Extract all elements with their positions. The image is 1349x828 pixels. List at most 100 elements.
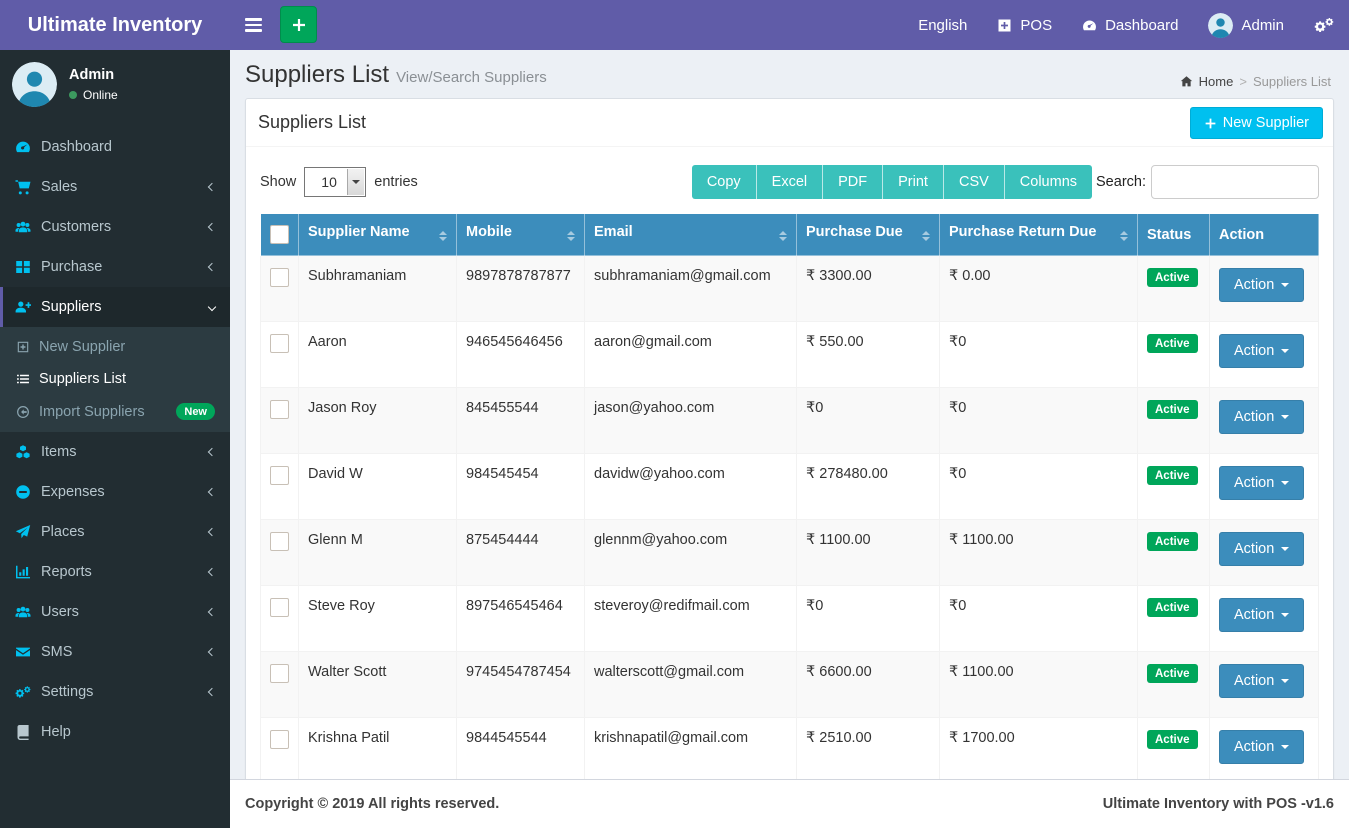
row-select-cell bbox=[260, 519, 299, 586]
hamburger-menu-button[interactable] bbox=[230, 0, 276, 50]
sidebar-item-expenses[interactable]: Expenses bbox=[0, 472, 230, 512]
row-checkbox[interactable] bbox=[270, 400, 289, 419]
nav-dashboard[interactable]: Dashboard bbox=[1067, 0, 1193, 50]
nav-user[interactable]: Admin bbox=[1193, 0, 1299, 50]
action-button[interactable]: Action bbox=[1219, 730, 1305, 764]
row-checkbox[interactable] bbox=[270, 268, 289, 287]
action-button[interactable]: Action bbox=[1219, 664, 1305, 698]
status-cell: Active bbox=[1137, 585, 1210, 652]
row-checkbox[interactable] bbox=[270, 532, 289, 551]
status-cell: Active bbox=[1137, 387, 1210, 454]
sidebar-item-purchase[interactable]: Purchase bbox=[0, 247, 230, 287]
online-status-dot bbox=[69, 91, 77, 99]
row-checkbox[interactable] bbox=[270, 334, 289, 353]
purchase-due-cell: ₹ 2510.00 bbox=[796, 717, 940, 779]
sidebar-menu: Dashboard Sales Customers Purchase Suppliers… bbox=[0, 127, 230, 752]
status-badge: Active bbox=[1147, 598, 1198, 617]
column-header-purchase-due[interactable]: Purchase Due bbox=[796, 213, 940, 256]
sidebar-item-users[interactable]: Users bbox=[0, 592, 230, 632]
export-pdf-button[interactable]: PDF bbox=[823, 165, 884, 199]
chevron-left-icon bbox=[207, 567, 217, 577]
action-button[interactable]: Action bbox=[1219, 334, 1305, 368]
action-button-label: Action bbox=[1234, 343, 1275, 359]
sidebar-item-label: Places bbox=[41, 524, 85, 540]
action-cell: Action bbox=[1209, 321, 1319, 388]
sidebar-subitem-new-supplier[interactable]: New Supplier bbox=[0, 331, 230, 363]
row-checkbox[interactable] bbox=[270, 664, 289, 683]
search-input[interactable] bbox=[1151, 165, 1319, 199]
export-columns-button[interactable]: Columns bbox=[1004, 165, 1093, 199]
caret-down-icon bbox=[1281, 679, 1290, 687]
chevron-left-icon bbox=[207, 647, 217, 657]
column-header-email[interactable]: Email bbox=[584, 213, 797, 256]
table-row: Glenn M 875454444 glennm@yahoo.com ₹ 1100.0… bbox=[260, 519, 1319, 586]
sidebar-item-dashboard[interactable]: Dashboard bbox=[0, 127, 230, 167]
sidebar-item-settings[interactable]: Settings bbox=[0, 672, 230, 712]
copyright-text: Copyright © 2019 All rights reserved. bbox=[245, 796, 500, 812]
export-csv-button[interactable]: CSV bbox=[943, 165, 1005, 199]
purchase-due-cell: ₹ 278480.00 bbox=[796, 453, 940, 520]
sidebar-item-help[interactable]: Help bbox=[0, 712, 230, 752]
sidebar-item-sales[interactable]: Sales bbox=[0, 167, 230, 207]
sidebar-item-places[interactable]: Places bbox=[0, 512, 230, 552]
status-cell: Active bbox=[1137, 453, 1210, 520]
sidebar-item-reports[interactable]: Reports bbox=[0, 552, 230, 592]
column-header-mobile[interactable]: Mobile bbox=[456, 213, 585, 256]
export-print-button[interactable]: Print bbox=[883, 165, 944, 199]
sidebar-item-label: Dashboard bbox=[41, 139, 112, 155]
nav-language[interactable]: English bbox=[903, 0, 982, 50]
nav-pos[interactable]: POS bbox=[982, 0, 1067, 50]
sidebar-item-label: Purchase bbox=[41, 259, 103, 275]
sidebar-item-customers[interactable]: Customers bbox=[0, 207, 230, 247]
purchase-return-due-cell: ₹ 1700.00 bbox=[939, 717, 1138, 779]
sidebar-subitem-label: Import Suppliers bbox=[39, 403, 145, 420]
breadcrumb-home[interactable]: Home bbox=[1199, 74, 1234, 89]
sidebar-item-label: Suppliers bbox=[41, 299, 102, 315]
export-excel-button[interactable]: Excel bbox=[756, 165, 824, 199]
action-cell: Action bbox=[1209, 585, 1319, 652]
page-length-select[interactable]: 10 bbox=[304, 167, 367, 197]
select-all-checkbox[interactable] bbox=[270, 225, 289, 244]
row-checkbox[interactable] bbox=[270, 466, 289, 485]
main-footer: Copyright © 2019 All rights reserved. Ul… bbox=[230, 779, 1349, 828]
sidebar-subitem-import-suppliers[interactable]: Import Suppliers New bbox=[0, 395, 230, 428]
action-button-label: Action bbox=[1234, 277, 1275, 293]
sidebar-subitem-suppliers-list[interactable]: Suppliers List bbox=[0, 363, 230, 395]
gears-icon bbox=[1314, 17, 1334, 33]
sidebar-item-sms[interactable]: SMS bbox=[0, 632, 230, 672]
nav-settings[interactable] bbox=[1299, 0, 1349, 50]
column-header-purchase-return-due[interactable]: Purchase Return Due bbox=[939, 213, 1138, 256]
cart-icon bbox=[15, 179, 31, 195]
sort-icon bbox=[1120, 227, 1128, 245]
action-button[interactable]: Action bbox=[1219, 400, 1305, 434]
action-button[interactable]: Action bbox=[1219, 598, 1305, 632]
action-button[interactable]: Action bbox=[1219, 532, 1305, 566]
email-cell: jason@yahoo.com bbox=[584, 387, 797, 454]
quick-add-button[interactable] bbox=[280, 6, 317, 43]
table-row: Walter Scott 9745454787454 walterscott@gma… bbox=[260, 651, 1319, 718]
new-supplier-button[interactable]: New Supplier bbox=[1189, 107, 1323, 139]
page-title: Suppliers List View/Search Suppliers bbox=[245, 61, 547, 88]
purchase-return-due-cell: ₹0 bbox=[939, 387, 1138, 454]
table-row: Subhramaniam 9897878787877 subhramaniam@gm… bbox=[260, 255, 1319, 322]
supplier-name-cell: Aaron bbox=[298, 321, 457, 388]
dashboard-icon bbox=[1082, 18, 1097, 33]
action-button[interactable]: Action bbox=[1219, 268, 1305, 302]
status-cell: Active bbox=[1137, 519, 1210, 586]
sidebar-item-suppliers[interactable]: Suppliers bbox=[0, 287, 230, 327]
row-checkbox[interactable] bbox=[270, 598, 289, 617]
purchase-due-cell: ₹ 6600.00 bbox=[796, 651, 940, 718]
mobile-cell: 984545454 bbox=[456, 453, 585, 520]
sidebar-item-items[interactable]: Items bbox=[0, 432, 230, 472]
row-checkbox[interactable] bbox=[270, 730, 289, 749]
email-cell: aaron@gmail.com bbox=[584, 321, 797, 388]
app-title[interactable]: Ultimate Inventory bbox=[0, 0, 230, 50]
table-row: Aaron 946545646456 aaron@gmail.com ₹ 550.00… bbox=[260, 321, 1319, 388]
chevron-left-icon bbox=[207, 447, 217, 457]
action-button[interactable]: Action bbox=[1219, 466, 1305, 500]
export-copy-button[interactable]: Copy bbox=[691, 165, 757, 199]
entries-label: entries bbox=[374, 174, 418, 190]
purchase-return-due-cell: ₹ 0.00 bbox=[939, 255, 1138, 322]
column-header-supplier-name[interactable]: Supplier Name bbox=[298, 213, 457, 256]
dashboard-icon bbox=[15, 139, 31, 155]
